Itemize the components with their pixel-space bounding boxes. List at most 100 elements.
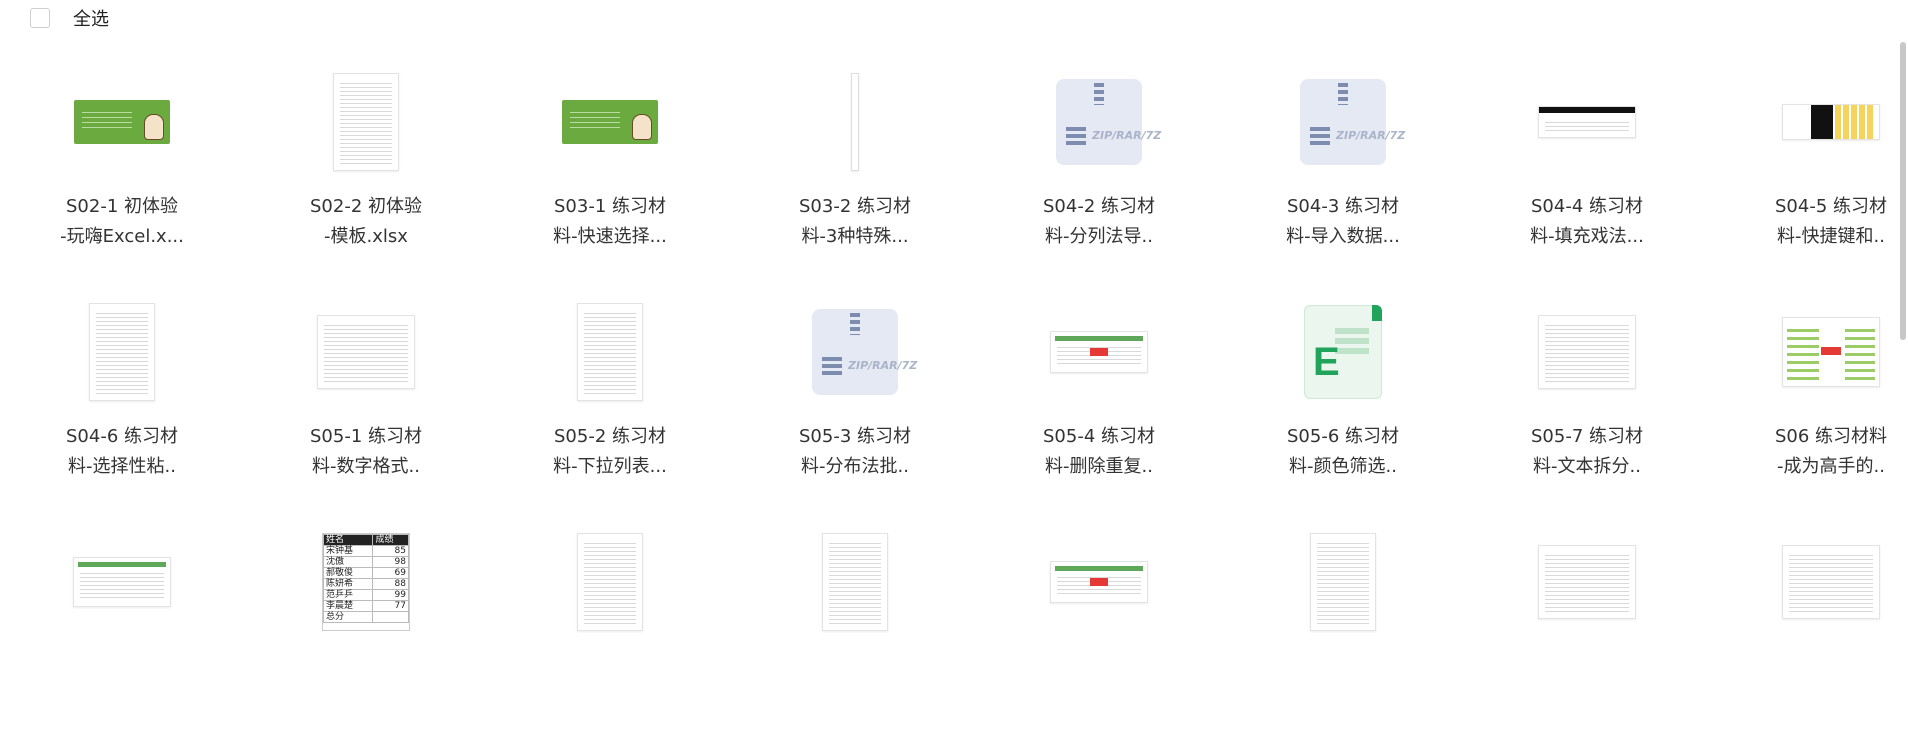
file-name-line2: 料-分布法批.. [801,456,909,477]
score-value: 85 [372,545,409,557]
file-name[interactable]: S04-3 练习材 料-导入数据... [1221,192,1465,252]
file-name-line1: S04-2 练习材 [1043,196,1155,217]
file-name-line1: S03-2 练习材 [799,196,911,217]
file-name-line1: S06 练习材料 [1774,426,1888,447]
file-tile[interactable] [1221,530,1465,750]
file-tile[interactable]: S06 练习材料 -成为高手的.. [1709,300,1908,520]
file-name-line1: S04-4 练习材 [1531,196,1643,217]
score-name: 范乒乒 [322,589,374,601]
file-name-line2: 料-颜色筛选.. [1289,456,1397,477]
sheet-red-rows-icon [1001,300,1197,404]
file-name[interactable]: S06 练习材料 -成为高手的.. [1709,422,1908,482]
zip-icon: ZIP/RAR/7Z [1001,70,1197,174]
zip-icon: ZIP/RAR/7Z [757,300,953,404]
vertical-scrollbar[interactable] [1900,42,1906,340]
file-tile[interactable]: ZIP/RAR/7Z S04-2 练习材 料-分列法导.. [977,70,1221,290]
file-tile[interactable]: E S05-6 练习材 料-颜色筛选.. [1221,300,1465,520]
file-name-line1: S04-5 练习材 [1775,196,1887,217]
file-tile[interactable]: S05-2 练习材 料-下拉列表... [488,300,732,520]
file-name-line1: S03-1 练习材 [554,196,666,217]
file-name[interactable]: S05-3 练习材 料-分布法批.. [733,422,977,482]
file-name[interactable]: S03-1 练习材 料-快速选择... [488,192,732,252]
file-grid: S02-1 初体验 -玩嗨Excel.x... S02-2 初体验 -模板.xlsx S… [0,0,1900,640]
narrow-sheet-icon [757,70,953,174]
sheet-tall-icon [268,70,464,174]
excel-letter: E [1313,340,1340,384]
file-tile[interactable]: 姓名 成绩 宋钟基 85 沈傲 98 郝敬俊 69 陈妍希 88 范乒乒 99 李晨楚 77 总分 [244,530,488,750]
file-name-line2: 料-导入数据... [1286,226,1400,247]
sheet-red-rows-icon [1001,530,1197,634]
file-tile[interactable]: S03-1 练习材 料-快速选择... [488,70,732,290]
file-tile[interactable] [977,530,1221,750]
file-name-line1: S05-6 练习材 [1287,426,1399,447]
file-tile[interactable] [733,530,977,750]
file-tile[interactable]: S04-5 练习材 料-快捷键和.. [1709,70,1908,290]
sheet-wide-icon [1489,530,1685,634]
file-name[interactable]: S05-6 练习材 料-颜色筛选.. [1221,422,1465,482]
sheet-tall-icon [757,530,953,634]
file-tile[interactable] [0,530,244,750]
score-value: 99 [372,589,409,601]
zip-label: ZIP/RAR/7Z [848,359,918,372]
score-name: 陈妍希 [322,578,374,590]
sheet-tall-icon [1245,530,1441,634]
zip-icon: ZIP/RAR/7Z [1245,70,1441,174]
file-name[interactable]: S02-2 初体验 -模板.xlsx [244,192,488,252]
score-name: 总分 [322,611,374,623]
file-name-line2: 料-数字格式.. [312,456,420,477]
zip-label: ZIP/RAR/7Z [1092,129,1162,142]
score-value: 69 [372,567,409,579]
file-name-line2: 料-快捷键和.. [1777,226,1885,247]
file-tile[interactable]: S04-6 练习材 料-选择性粘.. [0,300,244,520]
file-tile[interactable]: S05-1 练习材 料-数字格式.. [244,300,488,520]
green-slide-icon [512,70,708,174]
file-name-line2: -玩嗨Excel.x... [60,226,184,247]
file-tile[interactable] [1465,530,1709,750]
sheet-tall-icon [512,300,708,404]
file-name-line1: S05-3 练习材 [799,426,911,447]
file-name-line2: -模板.xlsx [324,226,408,247]
score-name: 沈傲 [322,556,374,568]
file-name[interactable]: S05-1 练习材 料-数字格式.. [244,422,488,482]
file-name-line1: S05-2 练习材 [554,426,666,447]
score-table-icon: 姓名 成绩 宋钟基 85 沈傲 98 郝敬俊 69 陈妍希 88 范乒乒 99 李晨楚 77 总分 [268,530,464,634]
file-tile[interactable]: ZIP/RAR/7Z S04-3 练习材 料-导入数据... [1221,70,1465,290]
excel-file-icon: E [1245,300,1441,404]
file-name[interactable]: S03-2 练习材 料-3种特殊... [733,192,977,252]
file-tile[interactable] [488,530,732,750]
file-tile[interactable]: S02-2 初体验 -模板.xlsx [244,70,488,290]
file-tile[interactable]: ZIP/RAR/7Z S05-3 练习材 料-分布法批.. [733,300,977,520]
file-name-line2: 料-文本拆分.. [1533,456,1641,477]
file-name-line1: S02-1 初体验 [66,196,178,217]
file-name[interactable]: S05-2 练习材 料-下拉列表... [488,422,732,482]
score-header: 姓名 [322,534,374,546]
file-name[interactable]: S04-4 练习材 料-填充戏法... [1465,192,1709,252]
file-name-line2: 料-删除重复.. [1045,456,1153,477]
sheet-tall-icon [24,300,220,404]
score-name: 郝敬俊 [322,567,374,579]
file-tile[interactable]: S03-2 练习材 料-3种特殊... [733,70,977,290]
file-name[interactable]: S05-4 练习材 料-删除重复.. [977,422,1221,482]
sheet-wide-green-icon [24,530,220,634]
sheet-wide-icon [1489,300,1685,404]
file-name[interactable]: S05-7 练习材 料-文本拆分.. [1465,422,1709,482]
file-tile[interactable]: S05-4 练习材 料-删除重复.. [977,300,1221,520]
file-name-line1: S02-2 初体验 [310,196,422,217]
file-tile[interactable]: S02-1 初体验 -玩嗨Excel.x... [0,70,244,290]
green-slide-icon [24,70,220,174]
sheet-tall-icon [512,530,708,634]
file-name[interactable]: S02-1 初体验 -玩嗨Excel.x... [0,192,244,252]
file-tile[interactable]: S05-7 练习材 料-文本拆分.. [1465,300,1709,520]
file-name-line1: S04-3 练习材 [1287,196,1399,217]
file-name-line1: S05-7 练习材 [1531,426,1643,447]
zip-label: ZIP/RAR/7Z [1336,129,1406,142]
wide-sheet-dark-icon [1489,70,1685,174]
file-tile[interactable]: S04-4 练习材 料-填充戏法... [1465,70,1709,290]
file-name[interactable]: S04-5 练习材 料-快捷键和.. [1709,192,1908,252]
file-name-line1: S05-4 练习材 [1043,426,1155,447]
file-name[interactable]: S04-6 练习材 料-选择性粘.. [0,422,244,482]
file-tile[interactable] [1709,530,1908,750]
file-name[interactable]: S04-2 练习材 料-分列法导.. [977,192,1221,252]
file-name-line2: 料-分列法导.. [1045,226,1153,247]
score-name: 宋钟基 [322,545,374,557]
